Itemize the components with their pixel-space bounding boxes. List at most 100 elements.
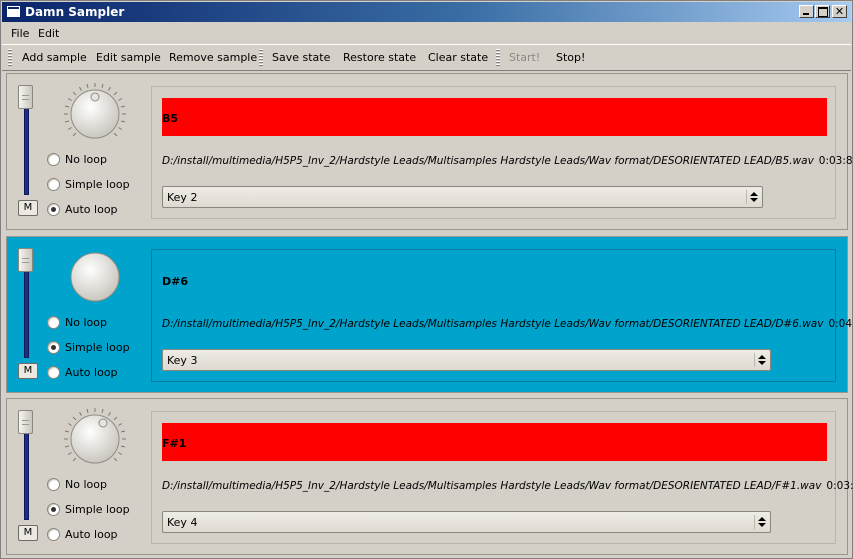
save-state-button[interactable]: Save state <box>272 51 330 64</box>
sample-path: D:/install/multimedia/H5P5_Inv_2/Hardsty… <box>162 480 822 492</box>
key-select[interactable]: Key 4 <box>162 511 771 533</box>
knob-tick <box>67 423 72 426</box>
sample-info-frame: B5 D:/install/multimedia/H5P5_Inv_2/Hard… <box>151 86 853 219</box>
sample-info-frame: F#1 D:/install/multimedia/H5P5_Inv_2/Har… <box>151 411 853 544</box>
pitch-knob[interactable] <box>63 407 127 471</box>
start-button[interactable]: Start! <box>509 51 540 64</box>
updown-arrow-icon <box>746 190 758 204</box>
radio-button[interactable] <box>47 153 60 166</box>
radio-button[interactable] <box>47 341 60 354</box>
menu-file[interactable]: File <box>11 27 29 40</box>
app-window-icon <box>6 5 21 18</box>
close-button[interactable]: ✕ <box>832 5 847 18</box>
knob-tick <box>120 120 126 123</box>
radio-button[interactable] <box>47 178 60 191</box>
toolbar-grip[interactable] <box>496 49 500 67</box>
mute-button[interactable]: M <box>18 525 38 541</box>
radio-button[interactable] <box>47 478 60 491</box>
updown-arrow-icon <box>754 515 766 529</box>
knob-tick <box>118 98 123 101</box>
pitch-knob[interactable] <box>63 245 127 309</box>
clear-state-button[interactable]: Clear state <box>428 51 488 64</box>
key-select[interactable]: Key 2 <box>162 186 763 208</box>
volume-slider-handle[interactable] <box>18 410 33 434</box>
key-select[interactable]: Key 3 <box>162 349 771 371</box>
sample-duration: 0:03:895 <box>826 480 853 492</box>
knob-tick <box>64 105 70 108</box>
radio-label: No loop <box>65 478 107 491</box>
sample-panel[interactable]: M No loop Simple loop Auto loop B5 D:/in… <box>6 73 853 230</box>
knob-tick <box>101 408 104 414</box>
sample-path: D:/install/multimedia/H5P5_Inv_2/Hardsty… <box>162 318 824 330</box>
stop-button[interactable]: Stop! <box>556 51 585 64</box>
menu-edit[interactable]: Edit <box>38 27 59 40</box>
radio-button[interactable] <box>47 316 60 329</box>
toolbar-grip[interactable] <box>8 49 12 67</box>
app-window: Damn Sampler ✕ File Edit Add sample Edit… <box>0 0 853 559</box>
remove-sample-button[interactable]: Remove sample <box>169 51 257 64</box>
knob-tick <box>79 411 82 416</box>
sample-info-frame: D#6 D:/install/multimedia/H5P5_Inv_2/Har… <box>151 249 853 382</box>
knob-tick <box>79 86 82 91</box>
edit-sample-button[interactable]: Edit sample <box>96 51 161 64</box>
radio-button[interactable] <box>47 366 60 379</box>
sample-panel[interactable]: M No loop Simple loop Auto loop F#1 D:/i… <box>6 398 853 555</box>
minimize-button[interactable] <box>799 5 814 18</box>
knob-tick <box>113 416 118 421</box>
mute-button[interactable]: M <box>18 363 38 379</box>
sample-file-info: D:/install/multimedia/H5P5_Inv_2/Hardsty… <box>162 155 853 167</box>
add-sample-button[interactable]: Add sample <box>22 51 87 64</box>
note-indicator-bar <box>162 261 827 299</box>
radio-label: Simple loop <box>65 503 130 516</box>
knob-tick <box>113 457 118 462</box>
radio-label: Simple loop <box>65 178 130 191</box>
knob-tick <box>67 452 72 455</box>
note-name: F#1 <box>162 437 187 450</box>
sample-panel[interactable]: M No loop Simple loop Auto loop D#6 D:/i… <box>6 236 853 393</box>
note-indicator-bar <box>162 423 827 461</box>
menu-bar: File Edit <box>2 24 851 42</box>
sample-file-info: D:/install/multimedia/H5P5_Inv_2/Hardsty… <box>162 480 853 492</box>
knob-tick <box>67 127 72 130</box>
knob-tick <box>72 91 77 96</box>
radio-button[interactable] <box>47 503 60 516</box>
knob-tick <box>101 83 104 89</box>
knob-tick <box>64 120 70 123</box>
radio-button[interactable] <box>47 203 60 216</box>
radio-label: Auto loop <box>65 203 118 216</box>
knob-tick <box>86 83 89 89</box>
knob-tick <box>72 457 77 462</box>
note-indicator-bar <box>162 98 827 136</box>
radio-label: No loop <box>65 153 107 166</box>
maximize-button[interactable] <box>815 5 830 18</box>
radio-label: Simple loop <box>65 341 130 354</box>
knob-tick <box>118 423 123 426</box>
pitch-knob[interactable] <box>63 82 127 146</box>
knob-tick <box>108 411 111 416</box>
knob-tick <box>108 86 111 91</box>
radio-button[interactable] <box>47 528 60 541</box>
window-title: Damn Sampler <box>25 5 125 19</box>
knob-tick <box>64 445 70 448</box>
knob-tick <box>120 445 126 448</box>
knob-tick <box>72 416 77 421</box>
volume-slider-handle[interactable] <box>18 248 33 272</box>
knob-tick <box>64 430 70 433</box>
key-select-value: Key 3 <box>167 354 198 367</box>
knob-tick <box>113 91 118 96</box>
key-select-value: Key 4 <box>167 516 198 529</box>
knob-tick <box>118 452 123 455</box>
mute-button[interactable]: M <box>18 200 38 216</box>
restore-state-button[interactable]: Restore state <box>343 51 416 64</box>
note-name: D#6 <box>162 275 189 288</box>
title-bar[interactable]: Damn Sampler ✕ <box>2 2 851 22</box>
toolbar-grip[interactable] <box>259 49 263 67</box>
knob-tick <box>118 127 123 130</box>
knob-tick <box>120 105 126 108</box>
knob-tick <box>67 98 72 101</box>
knob-tick <box>86 408 89 414</box>
knob-tick <box>120 430 126 433</box>
sample-duration: 0:03:882 <box>818 155 853 167</box>
knob-tick <box>113 132 118 137</box>
volume-slider-handle[interactable] <box>18 85 33 109</box>
